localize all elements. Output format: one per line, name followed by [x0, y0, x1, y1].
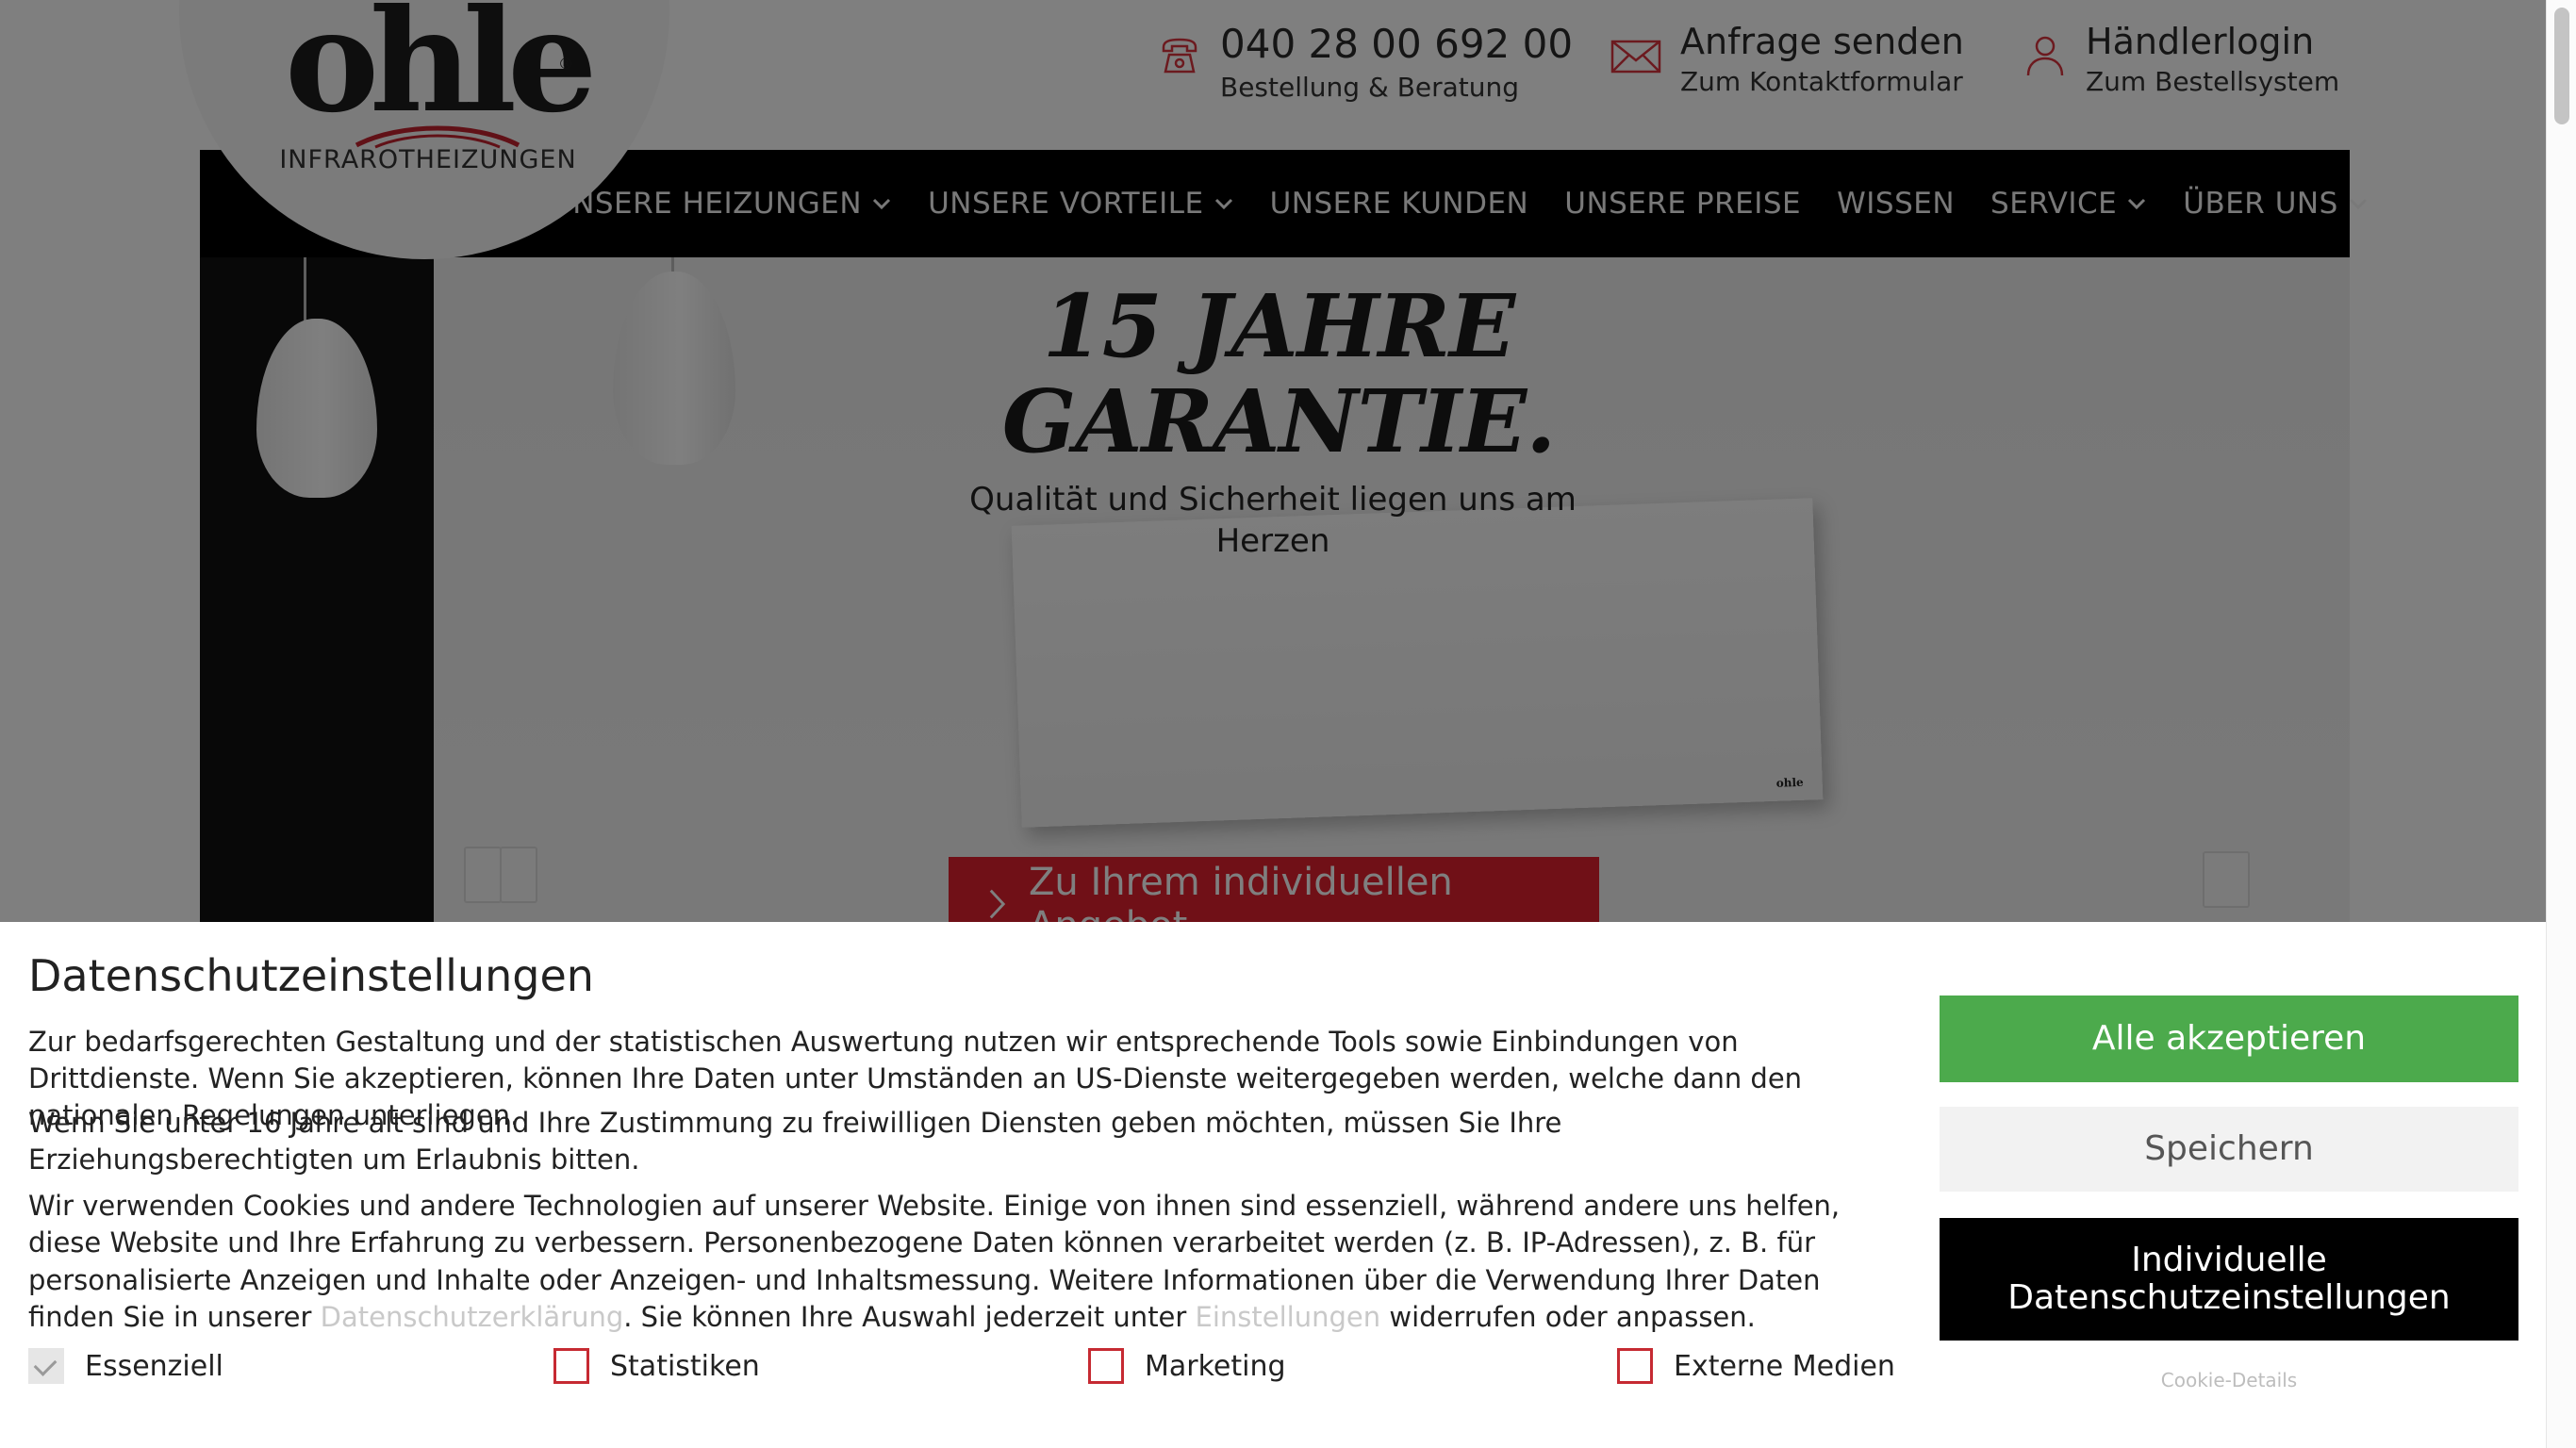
scrollbar[interactable] [2546, 0, 2576, 1448]
check-icon[interactable] [28, 1348, 64, 1384]
checkbox-statistics[interactable]: Statistiken [553, 1348, 760, 1384]
checkbox-essential[interactable]: Essenziell [28, 1348, 223, 1384]
checkbox-label: Essenziell [85, 1349, 223, 1383]
cookie-paragraph-3: Wir verwenden Cookies und andere Technol… [28, 1188, 1876, 1337]
checkbox-label: Externe Medien [1674, 1349, 1895, 1383]
checkbox-box[interactable] [1617, 1348, 1653, 1384]
checkbox-box[interactable] [553, 1348, 589, 1384]
accept-all-button[interactable]: Alle akzeptieren [1940, 996, 2518, 1082]
privacy-policy-link[interactable]: Datenschutzerklärung [321, 1301, 624, 1333]
cookie-details-link[interactable]: Cookie-Details [1940, 1369, 2518, 1391]
checkbox-marketing[interactable]: Marketing [1088, 1348, 1286, 1384]
scrollbar-thumb[interactable] [2554, 8, 2569, 124]
checkbox-box[interactable] [1088, 1348, 1124, 1384]
cookie-p3-text-c: widerrufen oder anpassen. [1380, 1301, 1756, 1334]
individual-settings-button[interactable]: Individuelle Datenschutzeinstellungen [1940, 1218, 2518, 1341]
checkbox-label: Statistiken [610, 1349, 760, 1383]
save-button[interactable]: Speichern [1940, 1107, 2518, 1192]
checkbox-external-media[interactable]: Externe Medien [1617, 1348, 1895, 1384]
modal-overlay [0, 0, 2576, 922]
cookie-p3-text-b: . Sie können Ihre Auswahl jederzeit unte… [623, 1301, 1196, 1334]
cookie-consent-panel: Datenschutzeinstellungen Zur bedarfsgere… [0, 922, 2546, 1448]
settings-link[interactable]: Einstellungen [1196, 1301, 1381, 1333]
checkbox-label: Marketing [1145, 1349, 1286, 1383]
cookie-paragraph-2: Wenn Sie unter 16 Jahre alt sind und Ihr… [28, 1107, 1562, 1176]
cookie-title: Datenschutzeinstellungen [28, 950, 594, 1001]
